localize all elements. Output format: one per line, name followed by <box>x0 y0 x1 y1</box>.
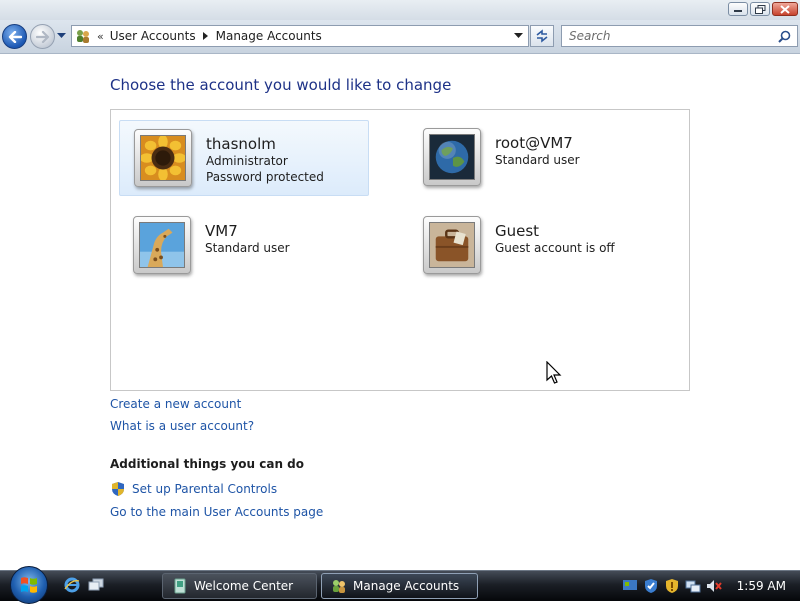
account-tile-guest[interactable]: Guest Guest account is off <box>409 208 659 284</box>
window-controls <box>728 2 798 16</box>
security-center-icon[interactable] <box>664 578 680 594</box>
shield-icon <box>112 482 124 496</box>
refresh-button[interactable] <box>530 25 554 47</box>
sunflower-avatar-icon <box>140 135 186 181</box>
breadcrumb-manage-accounts[interactable]: Manage Accounts <box>216 29 322 43</box>
back-button[interactable] <box>2 24 27 49</box>
taskbar-item-label: Welcome Center <box>194 579 294 593</box>
avatar <box>133 216 191 274</box>
breadcrumb-user-accounts[interactable]: User Accounts <box>110 29 196 43</box>
network-icon[interactable] <box>685 578 701 594</box>
avatar <box>423 216 481 274</box>
taskbar-item-welcome-center[interactable]: Welcome Center <box>162 573 317 599</box>
clock[interactable]: 1:59 AM <box>737 579 786 593</box>
search-box[interactable] <box>561 25 798 47</box>
taskbar-item-manage-accounts[interactable]: Manage Accounts <box>321 573 478 599</box>
minimize-button[interactable] <box>728 2 748 16</box>
main-user-accounts-page-link[interactable]: Go to the main User Accounts page <box>110 505 323 519</box>
window-titlebar <box>0 0 800 20</box>
welcome-center-icon <box>174 578 186 594</box>
minimize-icon <box>734 10 742 12</box>
search-icon[interactable] <box>778 30 791 43</box>
avatar <box>134 129 192 187</box>
account-tile-thasnolm[interactable]: thasnolm Administrator Password protecte… <box>119 120 369 196</box>
start-button[interactable] <box>10 566 48 604</box>
switch-windows-icon[interactable] <box>88 577 104 593</box>
address-bar[interactable]: « User Accounts Manage Accounts <box>71 25 529 47</box>
account-name: root@VM7 <box>495 134 573 152</box>
close-button[interactable] <box>772 2 798 16</box>
system-tray: 1:59 AM <box>622 571 800 601</box>
language-bar-icon[interactable] <box>622 578 638 594</box>
giraffe-avatar-icon <box>139 222 185 268</box>
breadcrumb-overflow[interactable]: « <box>97 30 104 43</box>
page-title: Choose the account you would like to cha… <box>110 76 452 94</box>
back-arrow-icon <box>8 30 22 43</box>
account-tile-root-vm7[interactable]: root@VM7 Standard user <box>409 120 659 196</box>
windows-update-icon[interactable] <box>643 578 659 594</box>
restore-icon <box>754 4 765 14</box>
taskbar: Welcome Center Manage Accounts 1:59 AM <box>0 566 800 604</box>
additional-things-heading: Additional things you can do <box>110 457 305 471</box>
internet-explorer-icon[interactable] <box>64 577 80 593</box>
account-name: thasnolm <box>206 135 276 153</box>
navigation-bar: « User Accounts Manage Accounts <box>0 20 800 54</box>
account-type: Administrator <box>206 154 288 168</box>
account-tile-vm7[interactable]: VM7 Standard user <box>119 208 369 284</box>
windows-logo-icon <box>21 577 37 593</box>
globe-avatar-icon <box>429 134 475 180</box>
account-status: Guest account is off <box>495 241 615 255</box>
user-accounts-icon <box>77 30 89 43</box>
forward-arrow-icon <box>35 30 49 43</box>
account-name: Guest <box>495 222 540 240</box>
forward-button[interactable] <box>30 24 55 49</box>
volume-muted-icon[interactable] <box>706 578 722 594</box>
mouse-pointer-icon <box>546 361 562 384</box>
user-accounts-icon <box>333 580 345 593</box>
account-password-status: Password protected <box>206 170 324 184</box>
recent-pages-dropdown-icon[interactable] <box>57 33 66 39</box>
close-icon <box>780 4 790 14</box>
account-type: Standard user <box>495 153 580 167</box>
address-dropdown-icon[interactable] <box>514 33 523 39</box>
accounts-panel: thasnolm Administrator Password protecte… <box>110 109 690 391</box>
search-input[interactable] <box>567 28 776 44</box>
restore-button[interactable] <box>750 2 770 16</box>
what-is-user-account-link[interactable]: What is a user account? <box>110 419 254 433</box>
avatar <box>423 128 481 186</box>
account-name: VM7 <box>205 222 238 240</box>
refresh-icon <box>536 29 548 43</box>
breadcrumb-chevron-icon[interactable] <box>202 32 209 40</box>
create-new-account-link[interactable]: Create a new account <box>110 397 241 411</box>
briefcase-avatar-icon <box>429 222 475 268</box>
parental-controls-link[interactable]: Set up Parental Controls <box>132 482 277 496</box>
account-type: Standard user <box>205 241 290 255</box>
taskbar-item-label: Manage Accounts <box>353 579 460 593</box>
